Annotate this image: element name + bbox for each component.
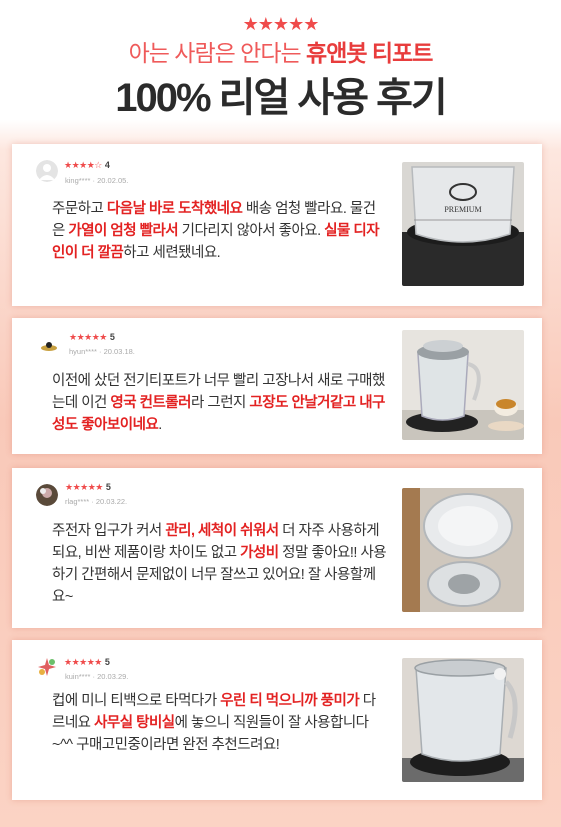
rating-value: 5: [105, 482, 111, 492]
rating-value: 5: [104, 657, 110, 667]
star-icon: ★★★★★: [69, 332, 107, 342]
review-text: 주문하고 다음날 바로 도착했네요 배송 엄청 빨라요. 물건은 가열이 엄청 …: [52, 198, 382, 264]
text-part: 컵에 미니 티백으로 타먹다가: [52, 693, 221, 709]
review-stars: ★★★★☆ 4: [64, 160, 110, 171]
review-stars: ★★★★★ 5: [64, 657, 110, 668]
review-text: 컵에 미니 티백으로 타먹다가 우린 티 먹으니까 풍미가 다르네요 사무실 탕…: [52, 690, 387, 756]
review-stars: ★★★★★ 5: [65, 482, 111, 493]
text-highlight: 가열이 엄청 빨라서: [68, 223, 179, 239]
rating-stars-icon: ★★★★★: [242, 14, 320, 34]
text-highlight: 사무실 탕비실: [94, 715, 175, 731]
photo-label: PREMIUM: [444, 205, 481, 214]
text-part: 라 그런지: [191, 395, 250, 411]
avatar: [38, 658, 56, 676]
review-user: king**** · 20.02.05.: [65, 176, 129, 185]
star-icon: ★★★★★: [64, 657, 102, 667]
review-text: 주전자 입구가 커서 관리, 세척이 쉬워서 더 자주 사용하게 되요, 비싼 …: [52, 520, 387, 608]
product-photo: PREMIUM: [402, 162, 524, 286]
product-photo: [402, 658, 524, 782]
review-user: hyun**** · 20.03.18.: [69, 347, 135, 356]
text-highlight: 관리, 세척이 쉬워서: [165, 523, 279, 539]
rating-value: 4: [104, 160, 110, 170]
review-card: ★★★★☆ 4 king**** · 20.02.05. 주문하고 다음날 바로 …: [12, 144, 542, 306]
brand-name: 휴앤봇 티포트: [306, 40, 433, 66]
text-highlight: 가성비: [240, 545, 279, 561]
text-part: 기다리지 않아서 좋아요.: [178, 223, 325, 239]
review-card: ★★★★★ 5 hyun**** · 20.03.18. 이전에 샀던 전기티포트…: [12, 318, 542, 454]
text-part: 하고 세련됐네요.: [123, 245, 221, 261]
review-stars: ★★★★★ 5: [69, 332, 115, 343]
review-text: 이전에 샀던 전기티포트가 너무 빨리 고장나서 새로 구매했는데 이건 영국 …: [52, 370, 387, 436]
review-user: rlag**** · 20.03.22.: [65, 497, 128, 506]
text-highlight: 영국 컨트롤러: [110, 395, 191, 411]
header: ★★★★★ 아는 사람은 안다는 휴앤봇 티포트 100% 리얼 사용 후기: [0, 0, 561, 130]
text-part: 주전자 입구가 커서: [52, 523, 166, 539]
subtitle-text: 아는 사람은 안다는: [128, 40, 307, 66]
avatar: [41, 342, 57, 351]
rating-value: 5: [109, 332, 115, 342]
text-part: .: [158, 417, 162, 433]
review-card: ★★★★★ 5 rlag**** · 20.03.22. 주전자 입구가 커서 관…: [12, 468, 542, 628]
review-card: ★★★★★ 5 kuin**** · 20.03.29. 컵에 미니 티백으로 타…: [12, 640, 542, 800]
product-photo: [402, 488, 524, 612]
subtitle: 아는 사람은 안다는 휴앤봇 티포트: [0, 38, 561, 68]
text-part: 주문하고: [52, 201, 107, 217]
star-icon: ★★★★★: [65, 482, 103, 492]
star-icon: ★★★★☆: [64, 160, 102, 170]
avatar: [36, 484, 58, 506]
text-highlight: 다음날 바로 도착했네요: [106, 201, 243, 217]
review-user: kuin**** · 20.03.29.: [65, 672, 129, 681]
text-highlight: 우린 티 먹으니까 풍미가: [220, 693, 360, 709]
product-photo: [402, 330, 524, 440]
avatar: [36, 160, 58, 182]
page-title: 100% 리얼 사용 후기: [115, 76, 447, 120]
